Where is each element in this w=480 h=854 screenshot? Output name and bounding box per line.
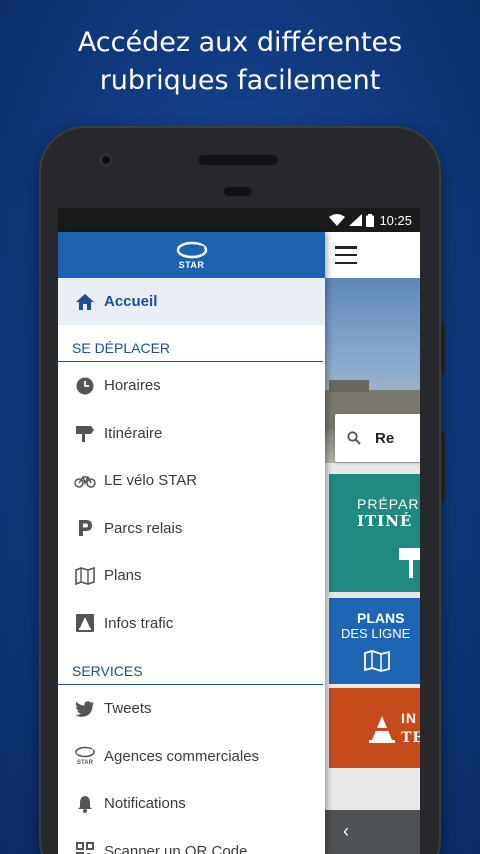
app-toolbar <box>325 232 420 278</box>
star-logo-icon <box>176 241 207 258</box>
menu-item-qr-code[interactable]: Scanner un QR Code <box>58 828 325 854</box>
phone-power-button <box>441 322 445 374</box>
itinerary-tile-line1: PRÉPAR <box>357 496 420 512</box>
menu-label-velo-star: LE vélo STAR <box>104 472 198 490</box>
menu-label-notifications: Notifications <box>104 795 186 813</box>
star-agency-icon: STAR <box>74 746 96 766</box>
menu-label-qr-code: Scanner un QR Code <box>104 842 248 854</box>
menu-label-parcs-relais: Parcs relais <box>104 519 183 537</box>
status-bar: 10:25 <box>58 208 420 232</box>
status-time: 10:25 <box>379 212 412 228</box>
logo-text: STAR <box>178 259 205 270</box>
line-maps-tile[interactable]: PLANS DES LIGNE <box>329 598 420 684</box>
itinerary-tile[interactable]: PRÉPAR ITINÉ <box>329 474 420 592</box>
parking-icon <box>74 519 96 537</box>
phone-screen: 10:25 Re PRÉPAR ITINÉ PLANS DES LIGNE IN… <box>58 208 420 854</box>
menu-item-agences[interactable]: STAR Agences commerciales <box>58 733 325 781</box>
traffic-info-tile[interactable]: IN TE <box>329 688 420 768</box>
traffic-tile-line1: IN <box>401 710 417 726</box>
menu-item-notifications[interactable]: Notifications <box>58 780 325 828</box>
menu-item-plans[interactable]: Plans <box>58 552 325 600</box>
map-tile-icon <box>364 650 390 672</box>
navigation-drawer: STAR Accueil SE DÉPLACER Horaires Itinér… <box>58 232 325 854</box>
phone-speaker <box>198 155 278 165</box>
traffic-tile-line2: TE <box>401 730 420 746</box>
search-icon <box>347 431 361 445</box>
menu-item-infos-trafic[interactable]: Infos trafic <box>58 600 325 648</box>
menu-label-itineraire: Itinéraire <box>104 424 163 442</box>
menu-label-tweets: Tweets <box>104 700 152 718</box>
qr-code-icon <box>74 842 96 854</box>
front-camera <box>99 153 113 167</box>
svg-text:STAR: STAR <box>77 760 94 766</box>
menu-item-accueil[interactable]: Accueil <box>58 278 325 325</box>
line-maps-tile-line2: DES LIGNE <box>341 626 411 641</box>
menu-label-plans: Plans <box>104 567 142 585</box>
menu-item-tweets[interactable]: Tweets <box>58 685 325 733</box>
menu-icon[interactable] <box>335 246 357 264</box>
phone-volume-button <box>441 432 445 502</box>
bell-icon <box>74 795 96 813</box>
map-icon <box>74 566 96 585</box>
signal-icon <box>349 214 363 226</box>
section-se-deplacer: SE DÉPLACER <box>58 325 323 362</box>
menu-item-itineraire[interactable]: Itinéraire <box>58 410 325 458</box>
promo-headline: Accédez aux différentes rubriques facile… <box>0 24 480 100</box>
menu-label-infos-trafic: Infos trafic <box>104 614 174 632</box>
menu-label-agences: Agences commerciales <box>104 747 260 765</box>
phone-earpiece <box>224 187 252 196</box>
drawer-header: STAR <box>58 232 325 278</box>
search-text: Re <box>375 429 395 447</box>
headline-line-1: Accédez aux différentes <box>77 27 403 58</box>
back-chevron-icon[interactable]: ‹ <box>343 821 349 841</box>
traffic-cone-icon <box>369 716 395 743</box>
line-maps-tile-line1: PLANS <box>357 610 405 626</box>
wifi-icon <box>329 214 346 226</box>
home-icon <box>74 293 96 311</box>
bottom-back-bar[interactable]: ‹ <box>325 810 420 854</box>
signpost-icon <box>74 424 96 443</box>
bicycle-icon <box>74 474 96 488</box>
menu-item-velo-star[interactable]: LE vélo STAR <box>58 457 325 505</box>
clock-icon <box>74 377 96 395</box>
menu-label-horaires: Horaires <box>104 377 161 395</box>
twitter-icon <box>74 700 96 717</box>
traffic-info-icon <box>74 614 96 633</box>
section-services: SERVICES <box>58 647 323 685</box>
signpost-tile-icon <box>399 548 420 578</box>
menu-label-accueil: Accueil <box>104 293 158 310</box>
menu-item-parcs-relais[interactable]: Parcs relais <box>58 505 325 553</box>
battery-icon <box>366 213 375 227</box>
search-bar[interactable]: Re <box>335 414 420 462</box>
app-content: Re PRÉPAR ITINÉ PLANS DES LIGNE IN TE ‹ <box>325 232 420 854</box>
headline-line-2: rubriques facilement <box>99 65 381 96</box>
itinerary-tile-line2: ITINÉ <box>357 512 413 530</box>
menu-item-horaires[interactable]: Horaires <box>58 362 325 410</box>
